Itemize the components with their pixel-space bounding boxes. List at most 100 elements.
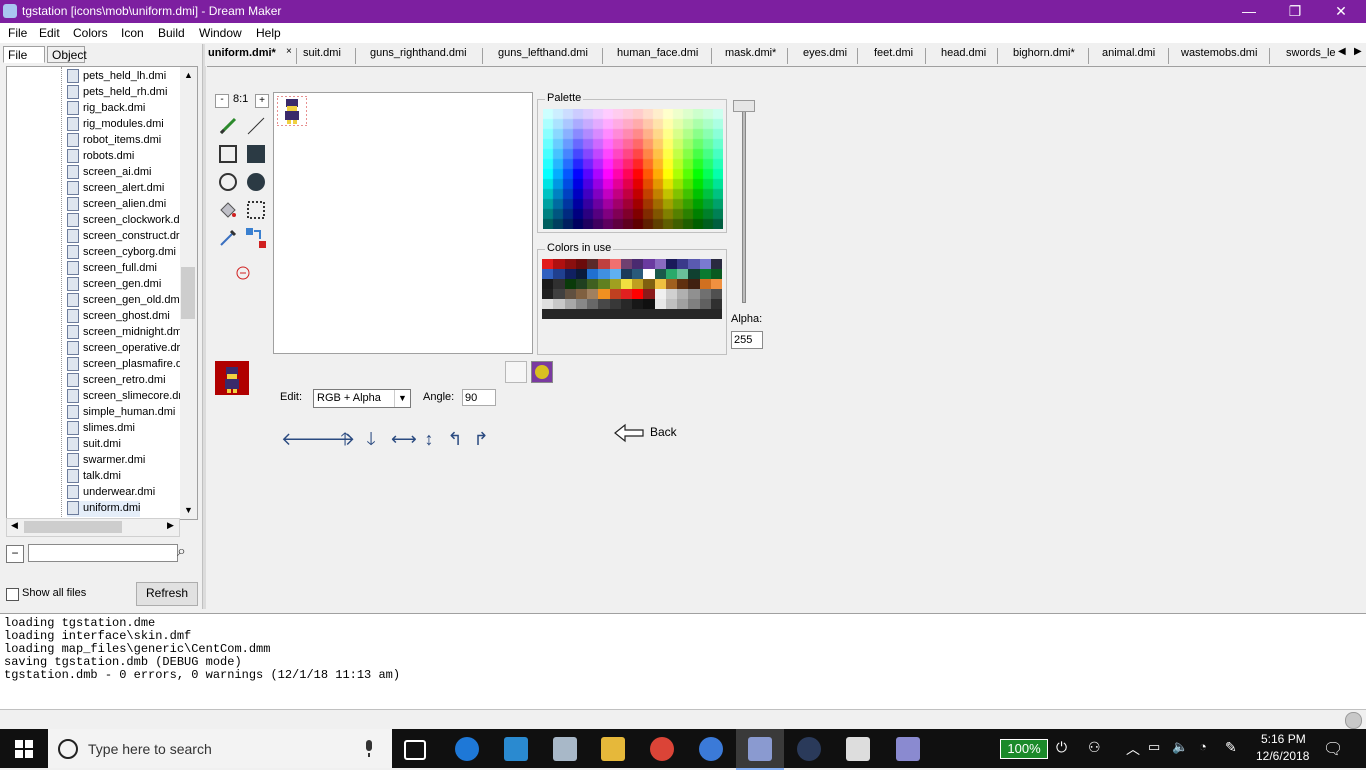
color-swatch[interactable] bbox=[654, 289, 666, 299]
color-swatch[interactable] bbox=[677, 259, 689, 269]
tree-item[interactable]: screen_gen.dmi bbox=[67, 277, 161, 293]
color-swatch[interactable] bbox=[542, 259, 554, 269]
tab-bighorn[interactable]: bighorn.dmi* bbox=[1013, 47, 1075, 59]
flip-horizontal-icon[interactable]: ⟷ bbox=[391, 428, 417, 450]
color-swatch[interactable] bbox=[688, 259, 700, 269]
shift-down-icon[interactable]: 🡓 bbox=[359, 428, 383, 450]
power-plug-icon[interactable]: ⏻ bbox=[1056, 739, 1067, 756]
color-swatch[interactable] bbox=[632, 299, 644, 309]
color-swatch[interactable] bbox=[643, 269, 655, 279]
color-swatch[interactable] bbox=[620, 309, 632, 319]
color-swatch[interactable] bbox=[632, 269, 644, 279]
tree-item[interactable]: rig_back.dmi bbox=[67, 101, 145, 117]
color-swatch[interactable] bbox=[710, 299, 722, 309]
color-swatch[interactable] bbox=[542, 289, 554, 299]
file-tree[interactable]: pets_held_lh.dmi pets_held_rh.dmi rig_back… bbox=[6, 66, 198, 520]
l-app-icon[interactable] bbox=[504, 737, 528, 761]
alpha-slider-track[interactable] bbox=[742, 105, 746, 303]
menu-icon[interactable]: Icon bbox=[121, 26, 144, 40]
photos-icon[interactable] bbox=[846, 737, 870, 761]
tab-wastemobs[interactable]: wastemobs.dmi bbox=[1181, 47, 1257, 59]
color-swatch[interactable] bbox=[609, 309, 621, 319]
tree-item[interactable]: screen_gen_old.dmi bbox=[67, 293, 182, 309]
color-swatch[interactable] bbox=[710, 309, 722, 319]
color-swatch[interactable] bbox=[598, 289, 610, 299]
color-swatch[interactable] bbox=[553, 279, 565, 289]
background-color-swatch[interactable] bbox=[505, 361, 527, 383]
close-button[interactable]: ✕ bbox=[1318, 0, 1364, 23]
tab-close-icon[interactable]: × bbox=[286, 46, 292, 57]
color-swatch[interactable] bbox=[665, 269, 677, 279]
color-swatch[interactable] bbox=[553, 269, 565, 279]
color-swatch[interactable] bbox=[699, 269, 711, 279]
scroll-down-icon[interactable]: ▼ bbox=[184, 505, 193, 515]
tree-item[interactable]: slimes.dmi bbox=[67, 421, 135, 437]
tab-swords[interactable]: swords_le bbox=[1286, 47, 1336, 59]
color-swatch[interactable] bbox=[643, 299, 655, 309]
color-swatch[interactable] bbox=[542, 279, 554, 289]
color-swatch[interactable] bbox=[654, 259, 666, 269]
color-swatch[interactable] bbox=[665, 309, 677, 319]
tab-object[interactable]: Object bbox=[47, 46, 87, 63]
notifications-icon[interactable]: 🗨 bbox=[1323, 739, 1343, 759]
tab-uniform[interactable]: uniform.dmi* bbox=[208, 47, 276, 59]
color-swatch[interactable] bbox=[677, 279, 689, 289]
microphone-icon[interactable] bbox=[363, 740, 375, 758]
tree-item[interactable]: pets_held_rh.dmi bbox=[67, 85, 167, 101]
color-swatch[interactable] bbox=[699, 289, 711, 299]
tab-feet[interactable]: feet.dmi bbox=[874, 47, 913, 59]
tree-item[interactable]: talk.dmi bbox=[67, 469, 121, 485]
steam-icon[interactable] bbox=[797, 737, 821, 761]
color-swatch[interactable] bbox=[542, 309, 554, 319]
tree-vertical-scrollbar[interactable]: ▲ ▼ bbox=[180, 67, 197, 519]
color-swatch[interactable] bbox=[564, 259, 576, 269]
color-swatch[interactable] bbox=[654, 279, 666, 289]
tab-head[interactable]: head.dmi bbox=[941, 47, 986, 59]
show-hidden-icons-chevron[interactable]: ︿ bbox=[1126, 739, 1140, 759]
color-swatch[interactable] bbox=[699, 309, 711, 319]
menu-colors[interactable]: Colors bbox=[73, 26, 108, 40]
tree-item[interactable]: swarmer.dmi bbox=[67, 453, 145, 469]
color-swatch[interactable] bbox=[587, 259, 599, 269]
color-palette[interactable] bbox=[543, 109, 723, 229]
color-swatch[interactable] bbox=[553, 259, 565, 269]
menu-file[interactable]: File bbox=[8, 26, 27, 40]
alpha-slider-thumb[interactable] bbox=[733, 100, 755, 112]
color-swatch[interactable] bbox=[688, 269, 700, 279]
tree-item[interactable]: screen_ai.dmi bbox=[67, 165, 151, 181]
selection-tool-icon[interactable] bbox=[245, 199, 267, 221]
rotate-left-icon[interactable]: ↰ bbox=[443, 428, 467, 450]
back-button[interactable]: Back bbox=[613, 421, 693, 445]
tab-guns-righthand[interactable]: guns_righthand.dmi bbox=[370, 47, 467, 59]
tab-guns-lefthand[interactable]: guns_lefthand.dmi bbox=[498, 47, 588, 59]
color-swatch[interactable] bbox=[609, 269, 621, 279]
tree-item[interactable]: screen_operative.dr bbox=[67, 341, 180, 357]
tree-item[interactable]: screen_midnight.dm bbox=[67, 325, 182, 341]
tree-item[interactable]: suit.dmi bbox=[67, 437, 121, 453]
refresh-button[interactable]: Refresh bbox=[136, 582, 198, 606]
color-swatch[interactable] bbox=[620, 259, 632, 269]
pen-icon[interactable]: ✎ bbox=[1225, 739, 1237, 756]
color-swatch[interactable] bbox=[688, 299, 700, 309]
tab-file[interactable]: File bbox=[3, 46, 45, 63]
color-swatch[interactable] bbox=[632, 279, 644, 289]
color-swatch[interactable] bbox=[632, 289, 644, 299]
tab-human-face[interactable]: human_face.dmi bbox=[617, 47, 698, 59]
line-tool-icon[interactable] bbox=[245, 115, 267, 137]
color-swatch[interactable] bbox=[609, 279, 621, 289]
rotate-right-icon[interactable]: ↱ bbox=[469, 428, 493, 450]
color-swatch[interactable] bbox=[553, 289, 565, 299]
color-swatch[interactable] bbox=[688, 289, 700, 299]
color-swatch[interactable] bbox=[564, 279, 576, 289]
menu-edit[interactable]: Edit bbox=[39, 26, 60, 40]
clock-date[interactable]: 12/6/2018 bbox=[1256, 749, 1309, 763]
color-swatch[interactable] bbox=[587, 309, 599, 319]
alpha-input[interactable] bbox=[731, 331, 763, 349]
color-swatch[interactable] bbox=[710, 269, 722, 279]
tree-item[interactable]: uniform.dmi bbox=[67, 501, 141, 517]
zoom-tool-icon[interactable] bbox=[233, 263, 255, 285]
people-icon[interactable]: ⚇ bbox=[1088, 739, 1101, 756]
filled-rectangle-tool-icon[interactable] bbox=[245, 143, 267, 165]
tree-item[interactable]: robot_items.dmi bbox=[67, 133, 161, 149]
color-swatch[interactable] bbox=[710, 259, 722, 269]
